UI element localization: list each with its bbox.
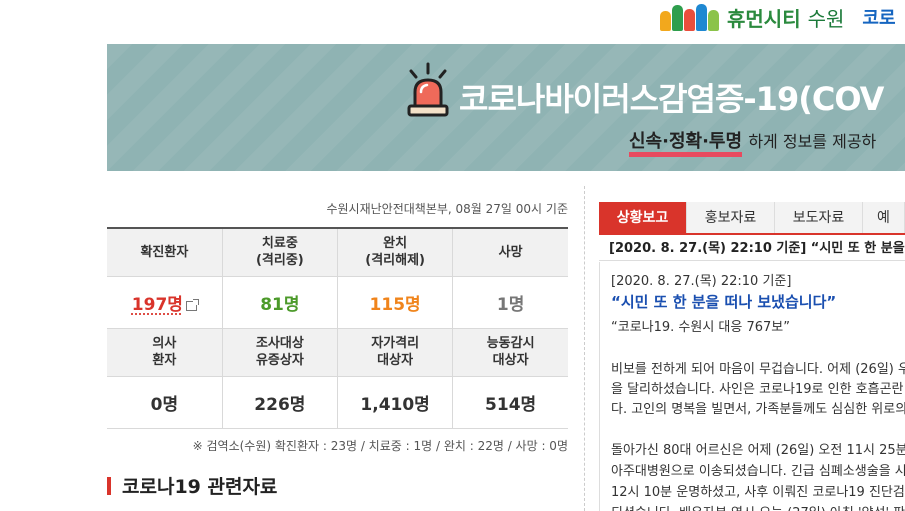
- banner-title: 코로나바이러스감염증-19(COV: [459, 80, 884, 118]
- header-confirmed: 확진환자: [107, 227, 223, 277]
- siren-icon: [407, 62, 449, 117]
- logo-sub-text: 코로: [862, 8, 896, 29]
- article-line: 12시 10분 운명하셨고, 사후 이뤄진 코로나19 진단검사: [611, 485, 905, 500]
- section-bar: [107, 476, 111, 495]
- tab-situation-report[interactable]: 상황보고: [599, 202, 687, 233]
- value-recovered: 115명: [337, 276, 454, 329]
- banner-subtitle-rest: 하게 정보를 제공하: [748, 132, 877, 151]
- value-symptomatic: 226명: [222, 376, 339, 429]
- article-line: 되셨습니다. 배우자분 역시 오늘 (27일) 아침 '양성' 판: [611, 502, 905, 511]
- value-active-monitoring: 514명: [452, 376, 568, 429]
- value-self-quarantine: 1,410명: [337, 376, 454, 429]
- article-line: 비보를 전하게 되어 마음이 무겁습니다. 어제 (26일) 우: [611, 362, 905, 377]
- logo-main-text: 휴먼시티: [727, 6, 801, 31]
- news-tabs: 상황보고 홍보자료 보도자료 예: [599, 202, 905, 235]
- article-title[interactable]: “시민 또 한 분을 떠나 보냈습니다”: [611, 291, 836, 312]
- header-recovered: 완치 (격리해제): [337, 227, 454, 277]
- article-quote: “코로나19. 수원시 대응 767보”: [611, 320, 790, 335]
- header-suspected: 의사 환자: [107, 327, 223, 377]
- value-confirmed[interactable]: 197명: [107, 276, 223, 329]
- stats-value-row: 197명 81명 115명 1명: [107, 276, 568, 329]
- header-deaths: 사망: [452, 227, 568, 277]
- value-in-treatment: 81명: [222, 276, 339, 329]
- header-self-quarantine: 자가격리 대상자: [337, 327, 454, 377]
- news-article: [2020. 8. 27.(목) 22:10 기준] “시민 또 한 분을 떠나…: [599, 262, 905, 511]
- article-line: 을 달리하셨습니다. 사인은 코로나19로 인한 호흡곤란: [611, 382, 904, 397]
- logo-people-icon: [660, 3, 719, 31]
- stats-header-row-2: 의사 환자 조사대상 유증상자 자가격리 대상자 능동감시 대상자: [107, 327, 568, 377]
- article-line: 아주대병원으로 이송되셨습니다. 긴급 심폐소생술을 시: [611, 464, 905, 479]
- covid-stats-table: 확진환자 치료중 (격리중) 완치 (격리해제) 사망 197명 81명 115명 …: [107, 227, 568, 429]
- header-active-monitoring: 능동감시 대상자: [452, 327, 568, 377]
- stats-source: 수원시재난안전대책본부, 08월 27일 00시 기준: [326, 202, 568, 216]
- tab-press-release[interactable]: 보도자료: [775, 202, 863, 233]
- section-title: 코로나19 관련자료: [107, 472, 277, 499]
- banner-subtitle-highlight: 신속·정확·투명: [629, 131, 743, 157]
- covid-banner: 코로나바이러스감염증-19(COV 신속·정확·투명 하게 정보를 제공하: [107, 44, 905, 171]
- logo-text: 휴먼시티 수원: [727, 3, 844, 32]
- tab-more[interactable]: 예: [863, 202, 905, 233]
- external-link-icon[interactable]: [185, 298, 199, 311]
- header-in-treatment: 치료중 (격리중): [222, 227, 339, 277]
- article-line: 돌아가신 80대 어르신은 어제 (26일) 오전 11시 25분: [611, 443, 905, 458]
- column-divider: [584, 186, 585, 511]
- article-line: 다. 고인의 명복을 빌면서, 가족분들께도 심심한 위로의: [611, 402, 905, 417]
- section-title-text: 코로나19 관련자료: [122, 476, 278, 498]
- value-suspected: 0명: [107, 376, 223, 429]
- stats-header-row: 확진환자 치료중 (격리중) 완치 (격리해제) 사망: [107, 227, 568, 277]
- value-deaths: 1명: [452, 276, 568, 329]
- stats-value-row-2: 0명 226명 1,410명 514명: [107, 376, 568, 429]
- logo-city-text: 수원: [807, 6, 845, 31]
- article-date: [2020. 8. 27.(목) 22:10 기준]: [611, 274, 792, 289]
- tab-promotion[interactable]: 홍보자료: [687, 202, 775, 233]
- suwon-logo[interactable]: 휴먼시티 수원 코로: [660, 0, 896, 34]
- news-headline[interactable]: [2020. 8. 27.(목) 22:10 기준] “시민 또 한 분을 떠나: [599, 237, 905, 261]
- quarantine-note: ※ 검역소(수원) 확진환자 : 23명 / 치료중 : 1명 / 완치 : 2…: [192, 439, 568, 453]
- header-symptomatic: 조사대상 유증상자: [222, 327, 339, 377]
- banner-subtitle: 신속·정확·투명 하게 정보를 제공하: [629, 128, 877, 157]
- confirmed-link[interactable]: 197명: [132, 295, 183, 315]
